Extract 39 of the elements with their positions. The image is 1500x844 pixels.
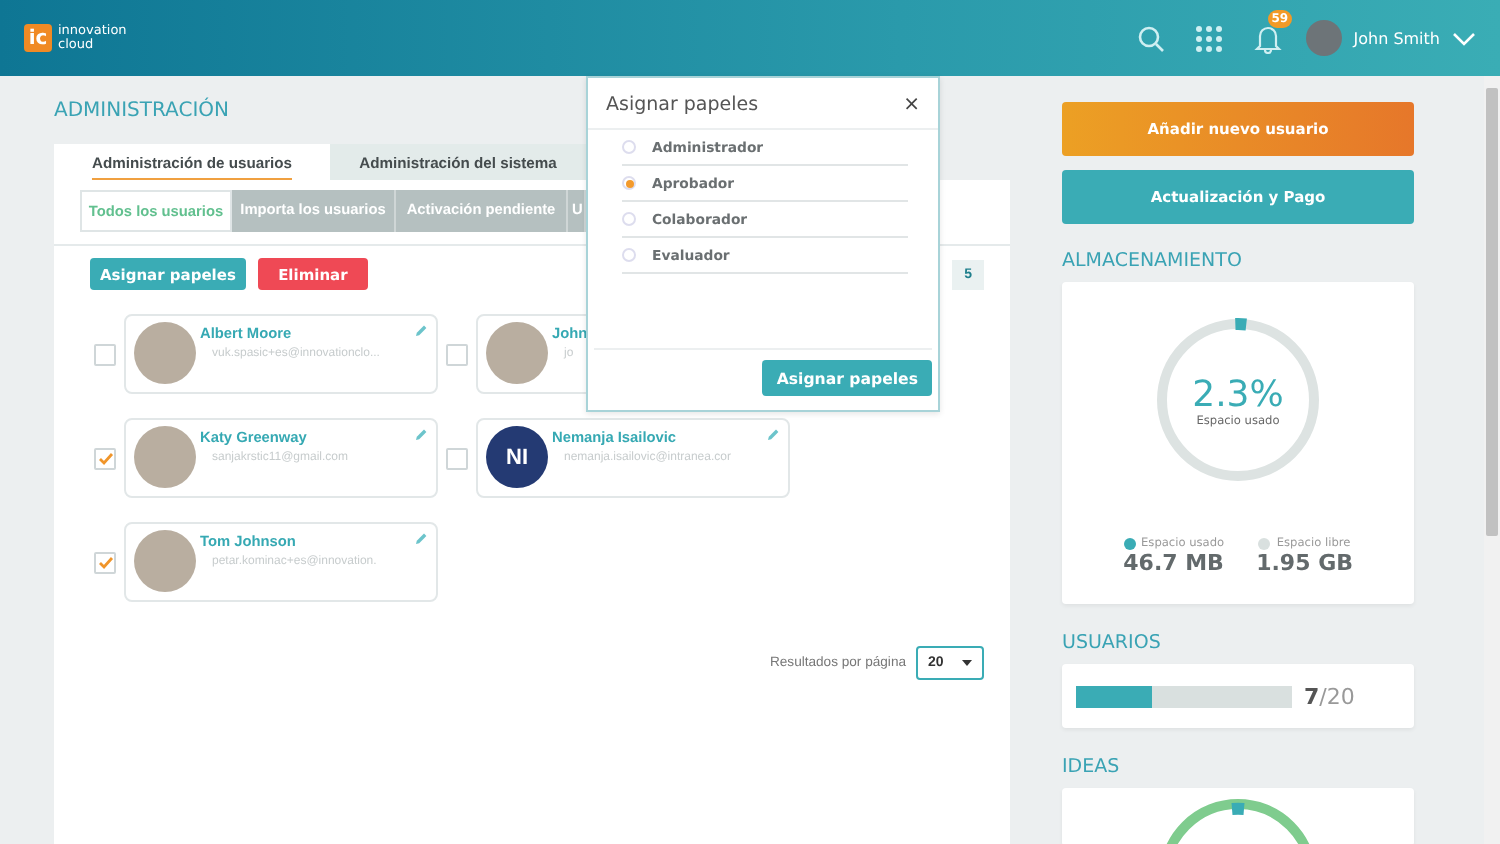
chevron-down-icon[interactable] — [1452, 31, 1476, 45]
checkbox[interactable] — [94, 447, 116, 469]
legend-value: 1.95 GB — [1256, 550, 1353, 576]
avatar-photo — [134, 426, 196, 488]
checkmark-icon — [97, 555, 113, 569]
section-title: USUARIOS — [1062, 632, 1163, 654]
checkbox[interactable] — [94, 551, 116, 573]
radio-button[interactable] — [622, 140, 636, 154]
avatar-photo — [134, 530, 196, 592]
caret-icon — [962, 660, 972, 666]
users-count: 7/20 — [1304, 683, 1355, 709]
pencil-icon[interactable] — [414, 324, 428, 338]
checkmark-icon — [97, 451, 113, 465]
search-icon[interactable] — [1137, 25, 1164, 51]
user-name[interactable]: John Smith — [1353, 29, 1440, 47]
section-title: IDEAS — [1062, 756, 1122, 778]
avatar-photo[interactable] — [1305, 20, 1342, 56]
radio-button[interactable] — [622, 212, 636, 226]
avatar-photo — [486, 322, 548, 384]
pencil-icon[interactable] — [414, 532, 428, 546]
dialog-title: Asignar papeles — [606, 94, 759, 116]
scrollbar[interactable] — [1484, 76, 1500, 844]
page-title: ADMINISTRACIÓN — [54, 100, 229, 122]
radio-button[interactable] — [622, 176, 636, 190]
legend-value: 46.7 MB — [1123, 550, 1224, 576]
checkbox[interactable] — [446, 343, 468, 365]
logo-mark[interactable]: ic — [24, 24, 52, 52]
avatar-photo — [134, 322, 196, 384]
apps-grid-icon[interactable] — [1195, 25, 1222, 51]
section-title: ALMACENAMIENTO — [1062, 250, 1244, 272]
bell-icon[interactable] — [1253, 22, 1282, 54]
pencil-icon[interactable] — [766, 428, 780, 442]
close-button[interactable]: × — [903, 94, 920, 116]
pencil-icon[interactable] — [414, 428, 428, 442]
radio-button[interactable] — [622, 248, 636, 262]
avatar-initials: NI — [486, 426, 548, 488]
checkbox[interactable] — [446, 447, 468, 469]
checkbox[interactable] — [94, 343, 116, 365]
storage-percent: 2.3% — [1192, 373, 1284, 415]
